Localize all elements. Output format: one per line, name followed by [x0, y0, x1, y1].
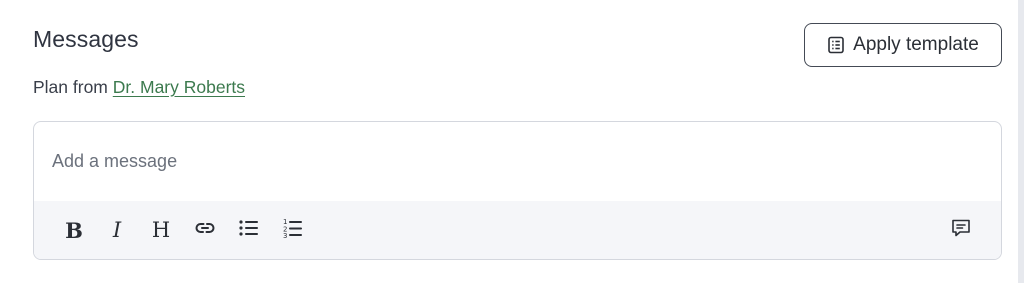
message-input[interactable] [34, 122, 1001, 201]
bullet-list-icon [238, 218, 260, 243]
bullet-list-button[interactable] [234, 215, 264, 245]
link-icon [193, 218, 217, 243]
svg-text:3: 3 [283, 232, 287, 239]
comment-icon [950, 217, 972, 244]
template-list-icon [827, 36, 845, 54]
apply-template-button[interactable]: Apply template [804, 23, 1002, 67]
heading-button[interactable]: H [146, 215, 176, 245]
plan-author-link[interactable]: Dr. Mary Roberts [113, 77, 245, 97]
numbered-list-icon: 1 2 3 [282, 217, 304, 244]
bold-button[interactable]: B [59, 215, 89, 245]
plan-prefix: Plan from [33, 77, 108, 97]
apply-template-label: Apply template [853, 34, 979, 55]
page-title: Messages [33, 26, 139, 52]
editor-toolbar: B I H 1 2 3 [34, 201, 1001, 259]
numbered-list-button[interactable]: 1 2 3 [278, 215, 308, 245]
messages-panel: Messages Apply template Plan from Dr. Ma… [0, 0, 1024, 283]
scrollbar-track[interactable] [1018, 0, 1024, 283]
message-editor: B I H [33, 121, 1002, 260]
comment-button[interactable] [946, 215, 976, 245]
link-button[interactable] [190, 215, 220, 245]
plan-source: Plan from Dr. Mary Roberts [33, 77, 245, 98]
italic-button[interactable]: I [102, 215, 132, 245]
